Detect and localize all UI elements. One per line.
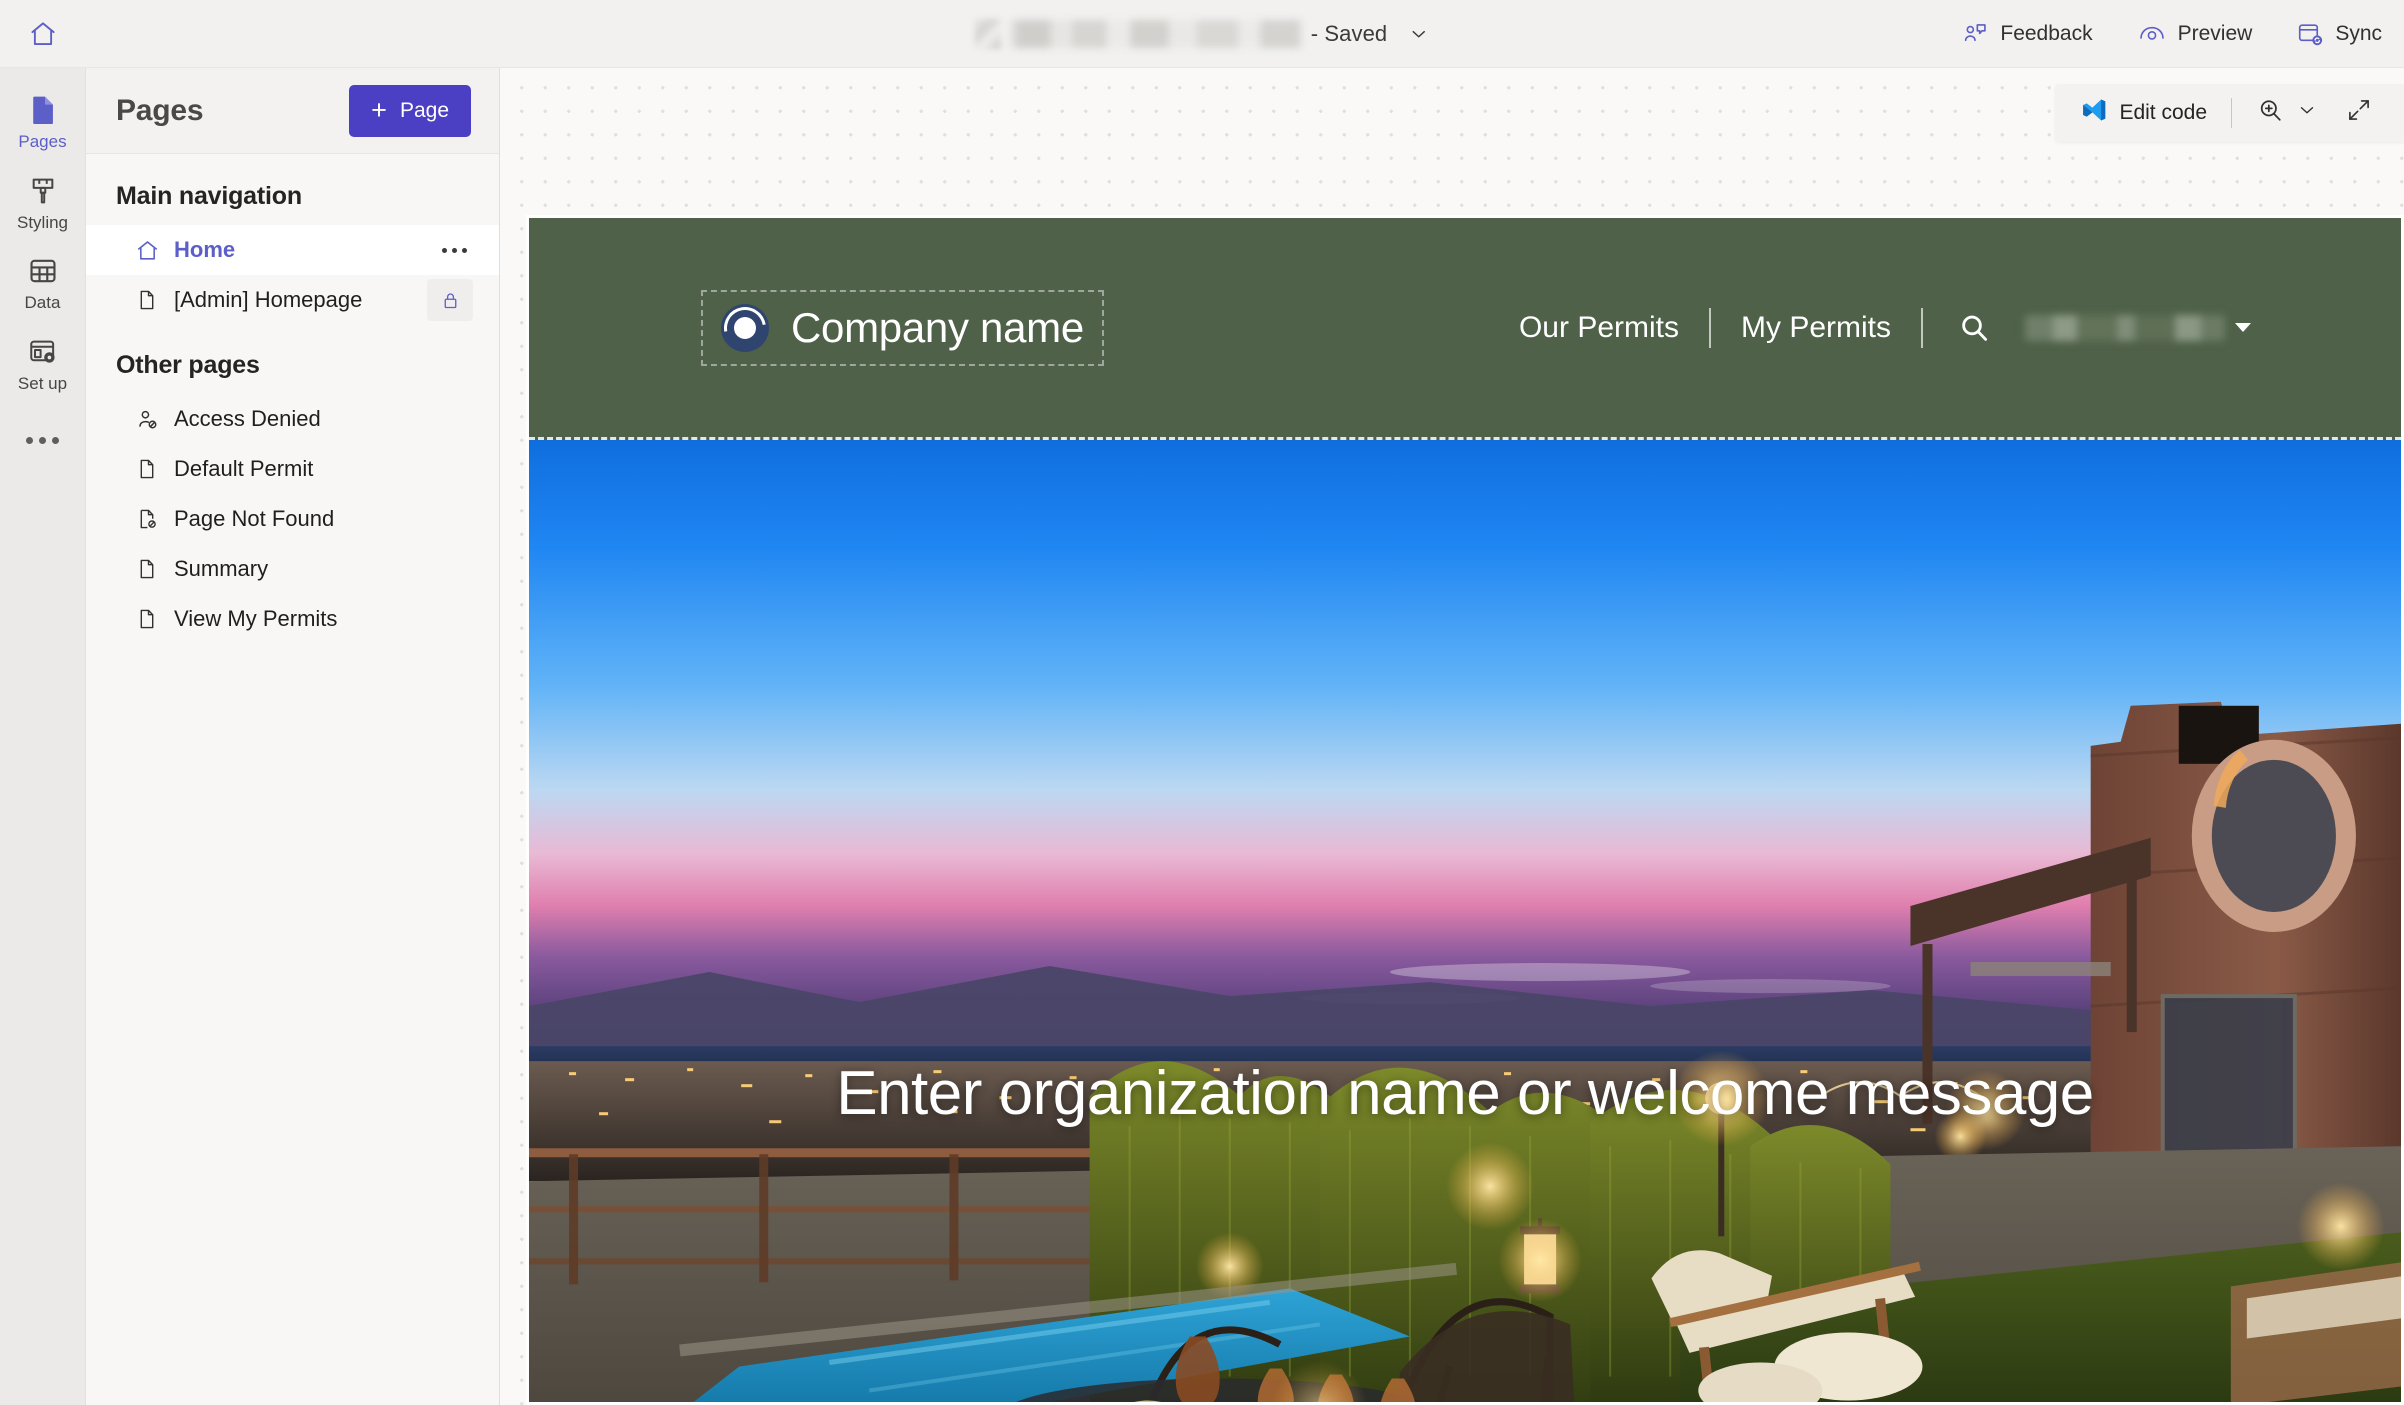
vscode-icon [2081, 97, 2107, 129]
site-brand[interactable]: Company name [701, 289, 1104, 366]
group-title-main-navigation: Main navigation [116, 182, 302, 210]
feedback-person-icon [1961, 20, 1989, 48]
page-file-icon [134, 288, 160, 312]
sidebar-item-label-page-not-found: Page Not Found [174, 506, 335, 531]
left-nav-rail: Pages Styling Data Set up [0, 68, 86, 1405]
plus-icon: + [371, 95, 387, 125]
home-icon[interactable] [21, 12, 65, 56]
nav-link-our-permits[interactable]: Our Permits [1489, 311, 1709, 345]
more-options-icon[interactable] [0, 423, 86, 458]
page-file-icon [134, 457, 160, 481]
site-navigation: Our Permits My Permits [1489, 307, 2401, 348]
hero-title[interactable]: Enter organization name or welcome messa… [529, 1052, 2401, 1135]
admin-homepage-row-actions [427, 279, 473, 321]
caret-down-icon [2235, 323, 2251, 332]
sidebar-label-pages: Pages [18, 132, 67, 151]
nav-link-my-permits[interactable]: My Permits [1711, 311, 1921, 345]
sync-label: Sync [2335, 21, 2382, 45]
sync-button[interactable]: Sync [2280, 11, 2398, 57]
search-icon[interactable] [1923, 311, 2025, 345]
saved-status-label: - Saved [1310, 20, 1388, 46]
document-title-redacted [1010, 19, 1301, 48]
feedback-button[interactable]: Feedback [1945, 11, 2108, 57]
hero-image [529, 440, 2401, 1402]
more-options-icon[interactable] [436, 242, 473, 259]
eye-preview-icon [2137, 19, 2167, 49]
sync-window-icon [2296, 20, 2324, 48]
sidebar-item-page-not-found[interactable]: Page Not Found [86, 494, 499, 544]
sidebar-item-label-view-my-permits: View My Permits [174, 606, 338, 631]
preview-button[interactable]: Preview [2121, 10, 2269, 58]
sidebar-item-label-home: Home [174, 237, 236, 262]
pages-panel: Pages + Page Main navigation Home [Admin… [86, 68, 500, 1405]
expand-canvas-button[interactable] [2332, 89, 2386, 137]
zoom-control[interactable] [2242, 88, 2332, 138]
preview-label: Preview [2177, 21, 2253, 45]
site-header: Company name Our Permits My Permits [529, 218, 2401, 440]
company-circle-logo-icon [721, 303, 769, 352]
sidebar-item-admin-homepage[interactable]: [Admin] Homepage [86, 275, 499, 325]
group-title-other-pages: Other pages [116, 351, 260, 379]
lock-icon[interactable] [427, 279, 473, 321]
canvas-toolbar: Edit code [2055, 84, 2404, 142]
power-pages-design-studio: - Saved Feedback Preview Sync Pages Styl… [0, 0, 2404, 1405]
feedback-label: Feedback [2000, 21, 2093, 45]
toolbar-divider [2231, 98, 2232, 128]
sidebar-item-label-admin-homepage: [Admin] Homepage [174, 287, 363, 312]
hero-banner: Enter organization name or welcome messa… [529, 440, 2401, 1402]
page-not-found-icon [134, 507, 160, 531]
sidebar-item-data[interactable]: Data [0, 241, 86, 322]
document-title-area[interactable]: - Saved [974, 0, 1430, 67]
page-file-icon [134, 557, 160, 581]
setup-gear-window-icon [27, 333, 59, 371]
document-icon-redacted [974, 18, 1001, 49]
chevron-down-icon[interactable] [1407, 23, 1429, 45]
sidebar-item-default-permit[interactable]: Default Permit [86, 444, 499, 494]
edit-code-button[interactable]: Edit code [2067, 89, 2221, 137]
sidebar-item-setup[interactable]: Set up [0, 322, 86, 403]
zoom-in-icon [2256, 96, 2284, 130]
sidebar-label-styling: Styling [16, 212, 69, 232]
expand-diagonal-icon [2346, 97, 2372, 129]
user-name-redacted [2025, 314, 2225, 341]
pages-tree: Main navigation Home [Admin] Homepage Ot… [86, 154, 499, 1405]
top-app-bar: - Saved Feedback Preview Sync [0, 0, 2404, 68]
sidebar-label-data: Data [24, 293, 61, 313]
pages-panel-header: Pages + Page [86, 68, 499, 154]
sidebar-item-summary[interactable]: Summary [86, 544, 499, 594]
home-outline-icon [134, 238, 160, 263]
sidebar-item-label-access-denied: Access Denied [174, 406, 321, 431]
sidebar-item-access-denied[interactable]: Access Denied [86, 394, 499, 444]
sidebar-item-styling[interactable]: Styling [0, 161, 86, 242]
page-title: Pages [116, 93, 204, 127]
edit-code-label: Edit code [2119, 101, 2207, 124]
sidebar-label-setup: Set up [17, 374, 68, 394]
page-file-icon [134, 607, 160, 631]
home-row-actions[interactable] [436, 242, 473, 259]
sidebar-item-home[interactable]: Home [86, 225, 499, 275]
sidebar-item-label-default-permit: Default Permit [174, 456, 314, 481]
add-page-button[interactable]: + Page [349, 84, 471, 137]
site-preview-frame: Company name Our Permits My Permits Ente… [526, 215, 2404, 1405]
topbar-actions: Feedback Preview Sync [1939, 0, 2404, 67]
sidebar-item-view-my-permits[interactable]: View My Permits [86, 594, 499, 644]
add-page-label: Page [399, 98, 449, 122]
sidebar-item-label-summary: Summary [174, 556, 269, 581]
user-account-menu[interactable] [2025, 314, 2251, 341]
page-document-icon [26, 91, 60, 129]
topbar-left-zone [0, 12, 86, 56]
table-grid-icon [27, 252, 59, 290]
paint-brush-icon [27, 172, 59, 210]
chevron-down-icon [2296, 99, 2318, 127]
sidebar-item-pages[interactable]: Pages [0, 80, 86, 161]
app-body: Pages Styling Data Set up Pages + Page M… [0, 68, 2404, 1405]
brand-name-label: Company name [791, 303, 1084, 351]
person-denied-icon [134, 407, 160, 432]
page-canvas: Edit code Company name Our Permits My Pe… [500, 68, 2404, 1405]
